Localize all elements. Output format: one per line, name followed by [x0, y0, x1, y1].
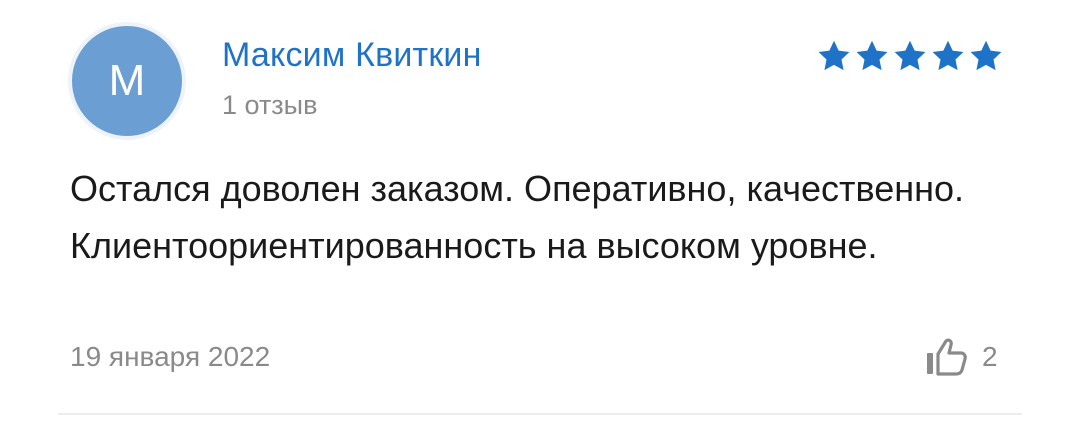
review-text: Остался доволен заказом. Оперативно, кач… [70, 168, 965, 266]
divider [58, 413, 1022, 415]
like-button[interactable]: 2 [924, 336, 998, 378]
star-icon [856, 40, 888, 71]
like-count: 2 [982, 341, 998, 372]
author-review-count: 1 отзыв [222, 90, 318, 120]
star-icon [894, 40, 926, 71]
avatar[interactable]: M [72, 26, 182, 136]
star-icon [818, 40, 850, 71]
author-name[interactable]: Максим Квиткин [222, 36, 482, 75]
thumbs-up-icon[interactable] [924, 336, 968, 378]
star-rating [816, 38, 1004, 74]
review-date: 19 января 2022 [70, 341, 271, 372]
star-icon [932, 40, 964, 71]
star-icon [970, 40, 1002, 71]
